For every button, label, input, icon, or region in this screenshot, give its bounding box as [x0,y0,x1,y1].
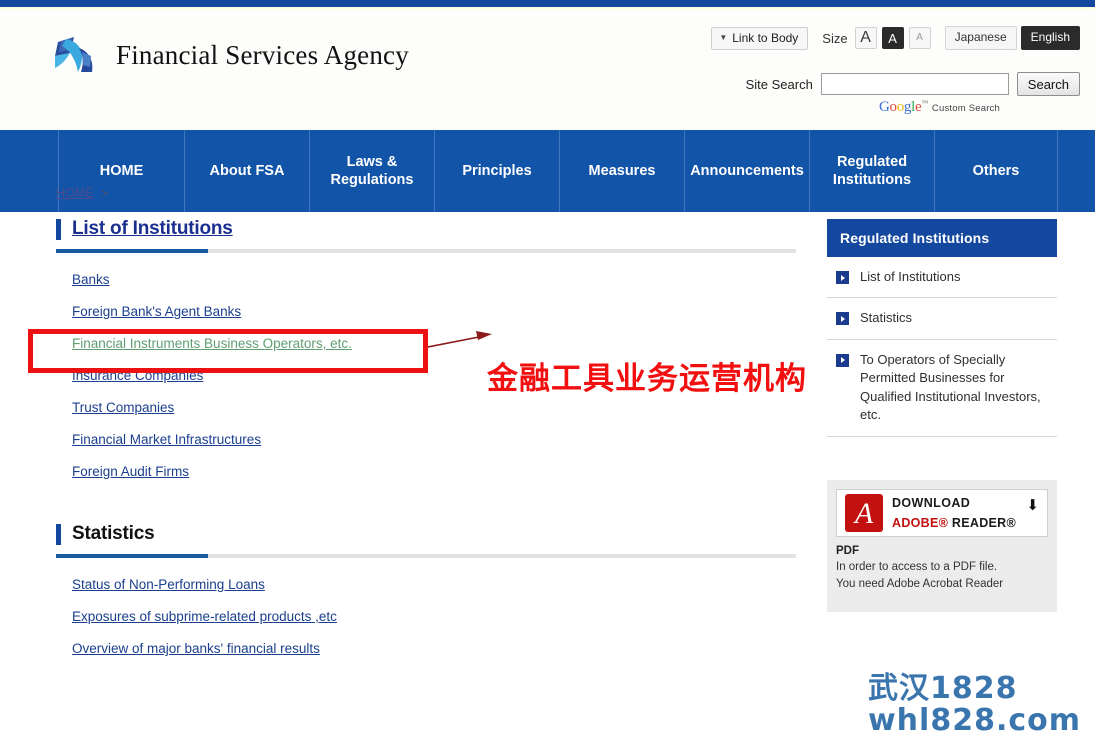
pdf-description-line2: You need Adobe Acrobat Reader [836,578,1004,591]
list-item: Financial Market Infrastructures [56,433,796,465]
sidebar-item-label: List of Institutions [860,269,961,284]
download-adobe-reader-label: DOWNLOAD ADOBE® READER® [892,493,1016,533]
language-english-button[interactable]: English [1020,26,1080,51]
sidebar-title: Regulated Institutions [827,219,1057,257]
nav-left-spacer [0,130,59,212]
page-body: HOME > List of Institutions Banks Foreign… [0,186,1095,743]
font-size-medium-button[interactable]: A [881,27,904,50]
list-item: Status of Non-Performing Loans [56,578,796,610]
arrow-right-bullet-icon [836,353,849,367]
adobe-acrobat-icon [845,494,883,533]
brand[interactable]: Financial Services Agency [52,34,409,76]
site-header: Financial Services Agency ▼ Link to Body… [0,10,1095,130]
list-item: Banks [56,273,796,305]
nav-item-regulated-institutions[interactable]: Regulated Institutions [810,130,935,212]
nav-item-announcements[interactable]: Announcements [685,130,810,212]
fsa-wave-logo-icon [52,34,104,76]
site-search: Site Search Search [746,72,1080,96]
annotation-note-text: 金融工具业务运营机构 [487,361,807,397]
adobe-label: ADOBE® [892,516,949,530]
link-to-body-button[interactable]: ▼ Link to Body [711,26,809,50]
pdf-description-line1: In order to access to a PDF file. [836,561,998,573]
link-overview-major-banks-financial-results[interactable]: Overview of major banks' financial resul… [72,642,320,656]
nav-right-spacer [1058,130,1095,212]
watermark: 武汉1828 whl828.com [868,673,1081,737]
link-to-body-label: Link to Body [732,30,799,45]
sidebar-item-label: Statistics [860,310,913,326]
nav-item-about-fsa[interactable]: About FSA [185,130,310,212]
chevron-down-icon: ▼ [719,32,728,42]
google-logo-icon: Google™ [878,99,928,115]
download-arrow-icon: ⬇ [1026,497,1039,514]
google-custom-search-label: Custom Search [931,103,1000,114]
download-label: DOWNLOAD [892,496,971,510]
section-heading: Statistics [56,523,796,545]
pdf-caption: PDF [836,545,859,557]
list-item: Exposures of subprime-related products ,… [56,610,796,642]
top-accent-bar [0,0,1095,7]
watermark-line2: whl828.com [867,703,1081,739]
header-tools: ▼ Link to Body Size A A A Japanese Engli… [711,26,1080,51]
section-statistics: Statistics Status of Non-Performing Loan… [56,523,796,674]
breadcrumb-home-link[interactable]: HOME [56,186,94,200]
nav-item-others[interactable]: Others [935,130,1058,212]
arrow-right-bullet-icon [836,271,849,284]
section-divider [56,249,796,253]
nav-item-measures[interactable]: Measures [560,130,685,212]
breadcrumb: HOME > [56,186,108,200]
language-japanese-button[interactable]: Japanese [944,26,1017,51]
search-input[interactable] [820,73,1009,95]
section-divider [56,554,796,558]
section-title-statistics: Statistics [72,523,155,544]
sidebar-item-list-of-institutions[interactable]: List of Institutions [827,257,1057,299]
arrow-right-bullet-icon [836,312,849,326]
adobe-reader-promo: DOWNLOAD ADOBE® READER® ⬇ PDF In order t… [827,480,1057,612]
font-size-large-button[interactable]: A [854,27,877,50]
link-status-of-non-performing-loans[interactable]: Status of Non-Performing Loans [72,578,265,592]
list-item: Trust Companies [56,401,796,433]
statistics-link-list: Status of Non-Performing Loans Exposures… [56,578,796,674]
font-size-group: Size A A A [822,27,931,50]
main-content: List of Institutions Banks Foreign Bank'… [56,218,796,674]
sidebar-item-to-operators-specially-permitted[interactable]: To Operators of Specially Permitted Busi… [827,340,1057,437]
site-title: Financial Services Agency [116,39,409,70]
google-custom-search-badge: Google™ Custom Search [879,100,1000,115]
font-size-label: Size [822,30,848,46]
sidebar-item-statistics[interactable]: Statistics [827,298,1057,340]
link-exposures-subprime-related-products[interactable]: Exposures of subprime-related products ,… [72,610,337,624]
section-heading: List of Institutions [56,218,796,240]
site-search-label: Site Search [745,76,813,92]
annotation-highlight-box [28,329,428,373]
sidebar-regulated-institutions: Regulated Institutions List of Instituti… [827,219,1057,437]
section-tick-icon [56,523,61,545]
search-button[interactable]: Search [1016,72,1080,96]
watermark-line1: 武汉1828 [867,671,1018,707]
list-item: Overview of major banks' financial resul… [56,642,796,674]
link-banks[interactable]: Banks [72,273,110,287]
link-trust-companies[interactable]: Trust Companies [72,401,174,415]
reader-label: READER® [948,516,1017,530]
sidebar-item-label: To Operators of Specially Permitted Busi… [860,351,1041,423]
section-tick-icon [56,218,61,240]
download-adobe-reader-button[interactable]: DOWNLOAD ADOBE® READER® ⬇ [836,489,1048,537]
link-foreign-banks-agent-banks[interactable]: Foreign Bank's Agent Banks [72,305,241,319]
font-size-small-button[interactable]: A [908,27,931,50]
nav-item-principles[interactable]: Principles [435,130,560,212]
breadcrumb-separator: > [101,188,108,200]
language-group: Japanese English [944,26,1080,51]
nav-item-laws-regulations[interactable]: Laws & Regulations [310,130,435,212]
section-title-list-of-institutions[interactable]: List of Institutions [72,218,233,240]
link-financial-market-infrastructures[interactable]: Financial Market Infrastructures [72,433,261,447]
global-navigation: HOME About FSA Laws & Regulations Princi… [0,130,1095,212]
link-foreign-audit-firms[interactable]: Foreign Audit Firms [72,465,189,479]
list-item: Foreign Audit Firms [56,465,796,497]
